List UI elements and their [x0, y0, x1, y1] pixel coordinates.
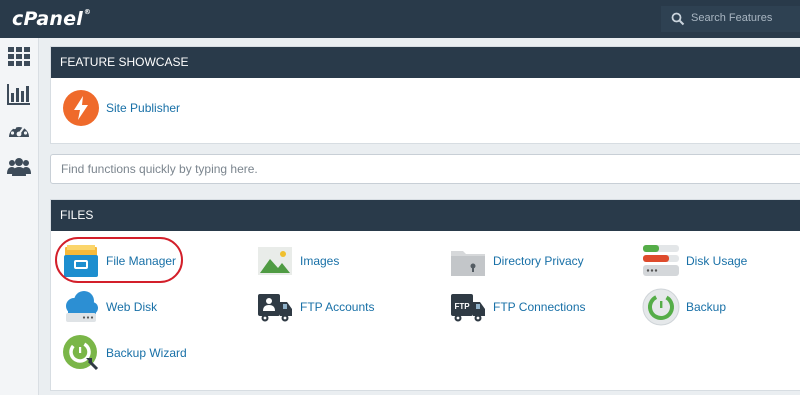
ftp-connections-icon: FTP [451, 294, 485, 322]
ftp-connections-label[interactable]: FTP Connections [493, 300, 586, 314]
web-disk-label[interactable]: Web Disk [106, 300, 157, 314]
directory-privacy-label[interactable]: Directory Privacy [493, 254, 584, 268]
disk-usage-label[interactable]: Disk Usage [686, 254, 747, 268]
file-manager-highlight-ring [55, 237, 183, 283]
cpanel-logo[interactable]: cPanel® [12, 8, 91, 30]
feature-showcase-panel: FEATURE SHOWCASE Site Publisher [50, 46, 800, 144]
svg-text:FTP: FTP [454, 302, 470, 311]
search-features-label[interactable]: Search Features [691, 12, 772, 24]
files-panel: FILES File Manager Images Directory Priv… [50, 199, 800, 391]
files-heading: FILES [51, 200, 800, 231]
top-bar: cPanel® Search Features [0, 0, 800, 38]
search-features-box[interactable]: Search Features [661, 6, 800, 32]
folder-lock-icon [451, 251, 485, 276]
backup-wizard-icon [63, 335, 99, 371]
grid-icon[interactable] [6, 44, 32, 70]
users-icon[interactable] [6, 154, 32, 180]
quick-find-box [50, 154, 800, 184]
images-label[interactable]: Images [300, 254, 339, 268]
quick-find-input[interactable] [51, 155, 800, 183]
ftp-truck-icon [258, 294, 292, 322]
search-icon [671, 12, 685, 26]
ftp-accounts-label[interactable]: FTP Accounts [300, 300, 374, 314]
gauge-icon[interactable] [6, 118, 32, 144]
lightning-icon [63, 90, 99, 126]
cloud-drive-icon [66, 291, 98, 322]
feature-showcase-heading: FEATURE SHOWCASE [51, 47, 800, 78]
disk-usage-icon [643, 245, 679, 276]
left-sidebar [0, 38, 39, 395]
backup-label[interactable]: Backup [686, 300, 726, 314]
backup-wizard-label[interactable]: Backup Wizard [106, 346, 187, 360]
images-icon [258, 247, 292, 275]
backup-icon [642, 288, 680, 326]
site-publisher-label[interactable]: Site Publisher [106, 101, 180, 115]
bar-chart-icon[interactable] [6, 81, 32, 107]
